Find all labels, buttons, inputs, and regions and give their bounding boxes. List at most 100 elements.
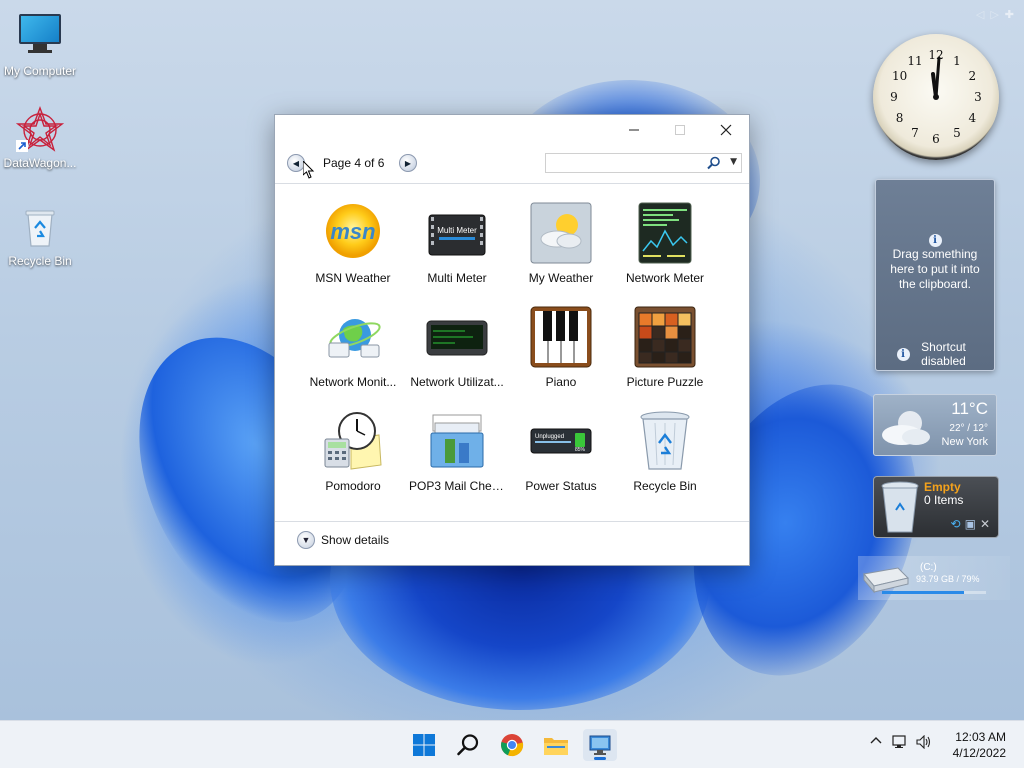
pomodoro-icon xyxy=(321,409,385,473)
gadget-label: Piano xyxy=(545,375,577,389)
maximize-icon xyxy=(675,125,685,135)
recycle-items: 0 Items xyxy=(924,493,964,507)
desktop-icon-datawagon[interactable]: DataWagon... xyxy=(0,106,80,170)
gadget-tile-multi-meter[interactable]: Multi Meter Multi Meter xyxy=(405,197,509,301)
recycle-bin-icon xyxy=(16,204,64,252)
taskbar: 12:03 AM 4/12/2022 xyxy=(0,720,1024,768)
sidebar-nav: ◁ ▷ ✚ xyxy=(976,8,1014,21)
gadget-label: Network Utilizat... xyxy=(410,375,504,389)
recycle-bin-gadget[interactable]: Empty 0 Items ⟲ ▣ ✕ xyxy=(873,476,999,538)
volume-icon[interactable] xyxy=(916,734,932,753)
close-icon xyxy=(720,124,732,136)
show-details-toggle[interactable]: ▼ Show details xyxy=(297,531,389,549)
refresh-icon[interactable]: ⟲ xyxy=(951,517,961,531)
clock-gadget[interactable]: 12 1 2 3 4 5 6 7 8 9 10 11 xyxy=(873,34,999,160)
power-status-text: Unplugged xyxy=(535,434,564,440)
empty-bin-icon[interactable]: ✕ xyxy=(980,517,990,531)
sidebar-add-gadget-icon[interactable]: ✚ xyxy=(1005,8,1014,21)
desktop-icon-my-computer[interactable]: My Computer xyxy=(0,10,80,78)
gallery-nav-bar: ◀ Page 4 of 6 ▶ ▼ xyxy=(275,151,749,181)
msn-weather-icon: msn xyxy=(321,201,385,265)
clock-numeral: 4 xyxy=(968,111,977,125)
system-tray: 12:03 AM 4/12/2022 xyxy=(844,721,1024,768)
gadget-label: Network Monit... xyxy=(309,375,397,389)
clock-numeral: 11 xyxy=(907,53,923,68)
show-details-label: Show details xyxy=(321,533,390,547)
divider xyxy=(275,521,749,522)
weather-gadget[interactable]: 11°C 22° / 12° New York xyxy=(873,394,997,456)
clock-tray[interactable]: 12:03 AM 4/12/2022 xyxy=(953,729,1006,761)
power-status-pct: 85% xyxy=(575,447,586,453)
drive-gadget[interactable]: (C:) 93.79 GB / 79% xyxy=(858,556,1010,600)
file-explorer-button[interactable] xyxy=(539,729,573,761)
desktop-icon-label: DataWagon... xyxy=(3,156,77,170)
clock-numeral: 3 xyxy=(974,90,982,104)
folder-icon xyxy=(544,738,568,755)
clock-numeral: 10 xyxy=(891,69,908,83)
gadget-tile-recycle-bin[interactable]: Recycle Bin xyxy=(613,405,717,509)
desktop-icon-label: My Computer xyxy=(3,64,77,78)
network-utilization-icon xyxy=(425,305,489,369)
network-icon[interactable] xyxy=(892,735,908,753)
weather-range: 22° / 12° xyxy=(949,423,988,434)
gadget-tile-picture-puzzle[interactable]: Picture Puzzle xyxy=(613,301,717,405)
computer-icon xyxy=(16,14,64,62)
gadget-tile-network-meter[interactable]: Network Meter xyxy=(613,197,717,301)
info-icon: i xyxy=(928,234,942,247)
picture-puzzle-icon xyxy=(633,305,697,369)
gadget-tile-network-monitor[interactable]: Network Monit... xyxy=(301,301,405,405)
start-button[interactable] xyxy=(407,729,441,761)
sidebar-previous-icon[interactable]: ◁ xyxy=(976,8,984,21)
clock-numeral: 9 xyxy=(890,90,898,104)
clipboard-shortcut-status: Shortcut disabled xyxy=(921,340,966,368)
gadget-tile-pop3-mail[interactable]: POP3 Mail Chec... xyxy=(405,405,509,509)
tray-time: 12:03 AM xyxy=(955,730,1006,744)
clock-numeral: 8 xyxy=(895,111,904,125)
gadgets-app-button[interactable] xyxy=(583,729,617,761)
maximize-button xyxy=(657,115,703,145)
drive-usage-bar xyxy=(882,591,986,594)
page-indicator: Page 4 of 6 xyxy=(323,156,385,170)
my-weather-icon xyxy=(529,201,593,265)
pop3-mail-icon xyxy=(425,409,489,473)
gadget-label: Pomodoro xyxy=(325,479,381,493)
gadget-label: Network Meter xyxy=(625,271,705,285)
next-page-button[interactable]: ▶ xyxy=(399,154,417,172)
gadget-tile-piano[interactable]: Piano xyxy=(509,301,613,405)
clock-numeral: 2 xyxy=(968,69,977,83)
gadget-tile-pomodoro[interactable]: Pomodoro xyxy=(301,405,405,509)
drive-label: (C:) xyxy=(920,562,937,573)
piano-icon xyxy=(529,305,593,369)
gadget-grid: msn MSN Weather Multi Meter Multi Meter xyxy=(301,197,717,509)
search-button[interactable] xyxy=(451,729,485,761)
gadget-label: Power Status xyxy=(525,479,597,493)
clipboard-gadget[interactable]: i Drag something here to put it into the… xyxy=(875,179,995,371)
windows-logo-icon xyxy=(413,734,435,756)
close-button[interactable] xyxy=(703,115,749,145)
search-icon[interactable] xyxy=(707,156,721,170)
hard-drive-icon xyxy=(863,567,909,594)
gadgets-icon xyxy=(589,735,611,755)
gadget-tile-power-status[interactable]: Unplugged 85% Power Status xyxy=(509,405,613,509)
info-icon: i xyxy=(896,347,910,361)
sidebar-next-icon[interactable]: ▷ xyxy=(990,8,998,21)
open-folder-icon[interactable]: ▣ xyxy=(965,517,976,531)
desktop-icon-recycle-bin[interactable]: Recycle Bin xyxy=(0,204,80,268)
gadget-gallery-window: ◀ Page 4 of 6 ▶ ▼ msn MSN Weather Multi … xyxy=(274,114,750,566)
recycle-bin-icon xyxy=(633,409,697,473)
tray-date: 4/12/2022 xyxy=(952,746,1006,760)
gadget-tile-my-weather[interactable]: My Weather xyxy=(509,197,613,301)
network-monitor-icon xyxy=(321,305,385,369)
gadget-tile-msn-weather[interactable]: msn MSN Weather xyxy=(301,197,405,301)
minimize-button[interactable] xyxy=(611,115,657,145)
desktop-icon-label: Recycle Bin xyxy=(8,254,72,268)
active-app-indicator xyxy=(594,757,606,760)
gadget-label: Picture Puzzle xyxy=(626,375,704,389)
search-input[interactable]: ▼ xyxy=(545,153,742,173)
chevron-up-icon[interactable] xyxy=(870,735,882,751)
gadget-tile-network-utilization[interactable]: Network Utilizat... xyxy=(405,301,509,405)
chrome-button[interactable] xyxy=(495,729,529,761)
chrome-icon xyxy=(501,734,524,757)
search-dropdown-icon[interactable]: ▼ xyxy=(730,157,737,167)
window-controls xyxy=(611,115,749,145)
